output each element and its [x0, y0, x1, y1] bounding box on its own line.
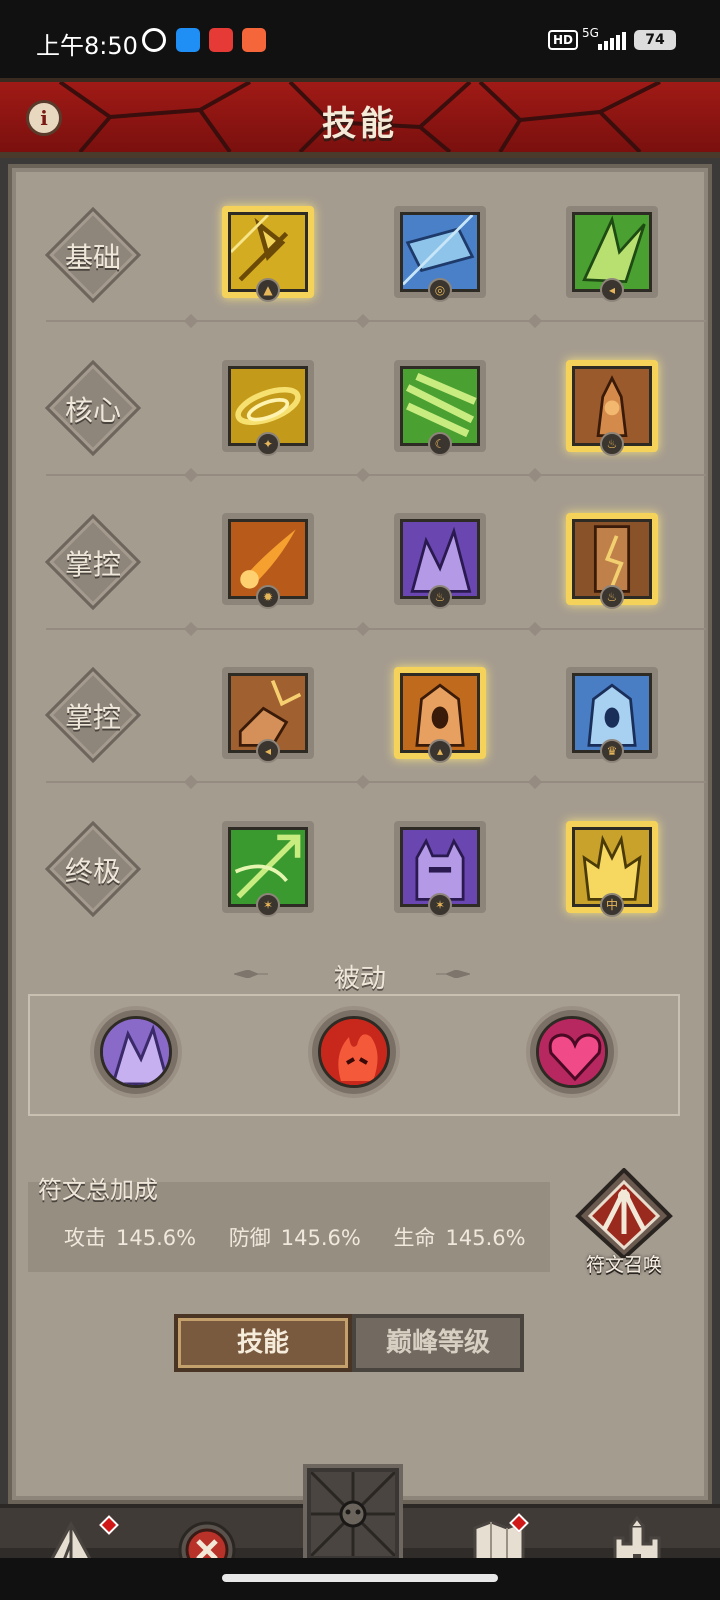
life-label: 生命 — [393, 1226, 436, 1250]
skill-bark-brown[interactable]: ♨ — [566, 513, 658, 609]
skill-shadow-purple[interactable]: ♨ — [394, 513, 486, 609]
signal-icon — [598, 32, 626, 50]
skill-axe-blue[interactable]: ◎ — [394, 206, 486, 302]
rune-summon-label: 符文召唤 — [585, 1254, 662, 1276]
fire-element-icon: ♨ — [600, 432, 624, 456]
rune-summon-button[interactable]: 符文召唤 — [574, 1167, 674, 1278]
nav-center-relic-slot[interactable] — [303, 1464, 403, 1564]
skill-arrow-green[interactable]: ✶ — [222, 821, 314, 917]
rune-stats: 攻击 145.6% 防御 145.6% 生命 145.6% — [64, 1222, 552, 1252]
skill-fireball-orange[interactable]: ✹ — [222, 513, 314, 609]
moon-element-icon: ☾ — [428, 432, 452, 456]
game-screen: i 技能 基础 核心 掌控 掌控 终极 ▲ ◎ ◂ ✦ ☾ ♨ ✹ ♨ ♨ ◂ … — [0, 78, 720, 1600]
skill-roar-orange[interactable]: ▴ — [394, 667, 486, 763]
skill-totem-brown[interactable]: ♨ — [566, 360, 658, 456]
alarm-icon — [142, 28, 166, 52]
life-value: 145.6% — [445, 1226, 526, 1250]
row-label-basic: 基础 — [44, 206, 142, 304]
page-title: 技能 — [322, 104, 398, 144]
passive-skills-box — [28, 994, 680, 1116]
row-label-mastery-1: 掌控 — [44, 513, 142, 611]
row-label-ultimate: 终极 — [44, 820, 142, 918]
beast-element-icon: ▴ — [428, 739, 452, 763]
ornament-right — [436, 970, 470, 978]
passive-title: 被动 — [333, 964, 386, 994]
passive-heart-pink[interactable] — [526, 1006, 618, 1098]
tab-peak-level[interactable]: 巅峰等级 — [352, 1314, 524, 1372]
row-divider — [46, 621, 706, 637]
skill-rage-gold[interactable]: 中 — [566, 821, 658, 917]
skill-whirlwind-gold[interactable]: ✦ — [222, 360, 314, 456]
attack-value: 145.6% — [116, 1226, 197, 1250]
attack-label: 攻击 — [64, 1226, 106, 1250]
fire-element-icon: ▲ — [256, 278, 280, 302]
shopping-app-icon — [242, 28, 266, 52]
row-divider — [46, 774, 706, 790]
star-element-icon: ✶ — [256, 893, 280, 917]
passive-flame-red[interactable] — [308, 1006, 400, 1098]
browser-app-icon — [176, 28, 200, 52]
skill-demon-purple[interactable]: ✶ — [394, 821, 486, 917]
skill-axe-green[interactable]: ◂ — [566, 206, 658, 302]
frost-element-icon: ◎ — [428, 278, 452, 302]
home-indicator[interactable] — [222, 1574, 498, 1582]
skill-slash-green[interactable]: ☾ — [394, 360, 486, 456]
hd-badge: HD — [548, 30, 579, 50]
tab-skills[interactable]: 技能 — [174, 1314, 352, 1372]
light-element-icon: ✦ — [256, 432, 280, 456]
blast-element-icon: ✹ — [256, 585, 280, 609]
skills-panel-inner: 基础 核心 掌控 掌控 终极 ▲ ◎ ◂ ✦ ☾ ♨ ✹ ♨ ♨ ◂ ▴ ♛ ✶… — [16, 172, 706, 1496]
network-label: 5G — [582, 26, 599, 40]
lightning-element-icon: ◂ — [600, 278, 624, 302]
row-divider — [46, 313, 706, 329]
lightning-element-icon: ◂ — [256, 739, 280, 763]
skill-roar-blue[interactable]: ♛ — [566, 667, 658, 763]
spider-relic-icon — [311, 1472, 395, 1556]
fire-element-icon: ♨ — [600, 585, 624, 609]
defense-value: 145.6% — [280, 1226, 361, 1250]
rune-title: 符文总加成 — [38, 1176, 158, 1204]
title-bar: i 技能 — [0, 78, 720, 158]
row-label-mastery-2: 掌控 — [44, 666, 142, 764]
battery-icon: 74 — [634, 30, 676, 50]
center-element-icon: 中 — [600, 893, 624, 917]
status-bar: 上午8:50 HD 5G 74 — [0, 0, 720, 78]
fire-element-icon: ♨ — [428, 585, 452, 609]
skill-axe-gold[interactable]: ▲ — [222, 206, 314, 302]
star-element-icon: ✶ — [428, 893, 452, 917]
status-time: 上午8:50 — [36, 32, 138, 60]
news-app-icon — [209, 28, 233, 52]
skills-panel: 基础 核心 掌控 掌控 终极 ▲ ◎ ◂ ✦ ☾ ♨ ✹ ♨ ♨ ◂ ▴ ♛ ✶… — [8, 164, 712, 1504]
skill-fist-brown[interactable]: ◂ — [222, 667, 314, 763]
camp-notification-badge — [99, 1515, 119, 1535]
rune-summon-icon — [575, 1167, 673, 1261]
passive-crystal-purple[interactable] — [90, 1006, 182, 1098]
row-label-core: 核心 — [44, 359, 142, 457]
crown-element-icon: ♛ — [600, 739, 624, 763]
row-divider — [46, 467, 706, 483]
defense-label: 防御 — [228, 1226, 271, 1250]
